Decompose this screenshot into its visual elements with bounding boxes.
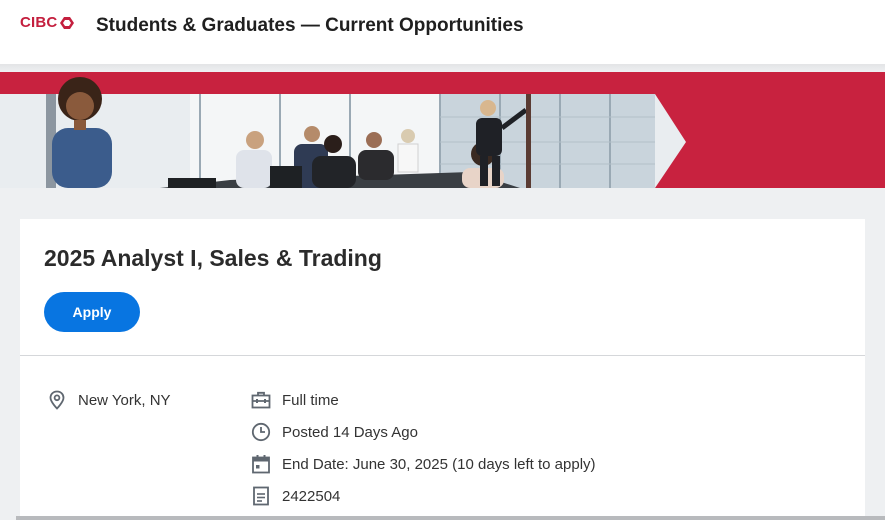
banner-image xyxy=(0,72,885,188)
job-posted-date: Posted 14 Days Ago xyxy=(250,420,418,444)
calendar-icon xyxy=(250,453,272,475)
logo-mark-icon xyxy=(60,16,75,29)
job-time-type: Full time xyxy=(250,388,339,412)
end-date-text: End Date: June 30, 2025 (10 days left to… xyxy=(282,455,596,473)
job-requisition-id: 2422504 xyxy=(250,484,340,508)
briefcase-icon xyxy=(250,389,272,411)
job-details-card: 2025 Analyst I, Sales & Trading Apply Ne… xyxy=(20,219,865,520)
posted-text: Posted 14 Days Ago xyxy=(282,423,418,441)
requisition-id-text: 2422504 xyxy=(282,487,341,505)
job-end-date: End Date: June 30, 2025 (10 days left to… xyxy=(250,452,596,476)
location-text: New York, NY xyxy=(78,391,171,409)
hero-banner xyxy=(0,72,885,188)
job-title: 2025 Analyst I, Sales & Trading xyxy=(44,245,382,271)
apply-button[interactable]: Apply xyxy=(44,292,140,332)
horizontal-scrollbar[interactable] xyxy=(16,516,885,520)
job-posting-page: CIBC Students & Graduates — Current Oppo… xyxy=(0,0,885,520)
location-pin-icon xyxy=(46,389,68,411)
time-type-text: Full time xyxy=(282,391,339,409)
site-header: CIBC Students & Graduates — Current Oppo… xyxy=(0,0,885,64)
clock-icon xyxy=(250,421,272,443)
header-shadow xyxy=(0,64,885,72)
page-header-title: Students & Graduates — Current Opportuni… xyxy=(96,15,524,36)
card-divider xyxy=(20,355,865,356)
cibc-logo[interactable]: CIBC xyxy=(20,14,75,31)
job-location: New York, NY xyxy=(46,388,171,412)
logo-text: CIBC xyxy=(20,14,58,31)
document-icon xyxy=(250,485,272,507)
